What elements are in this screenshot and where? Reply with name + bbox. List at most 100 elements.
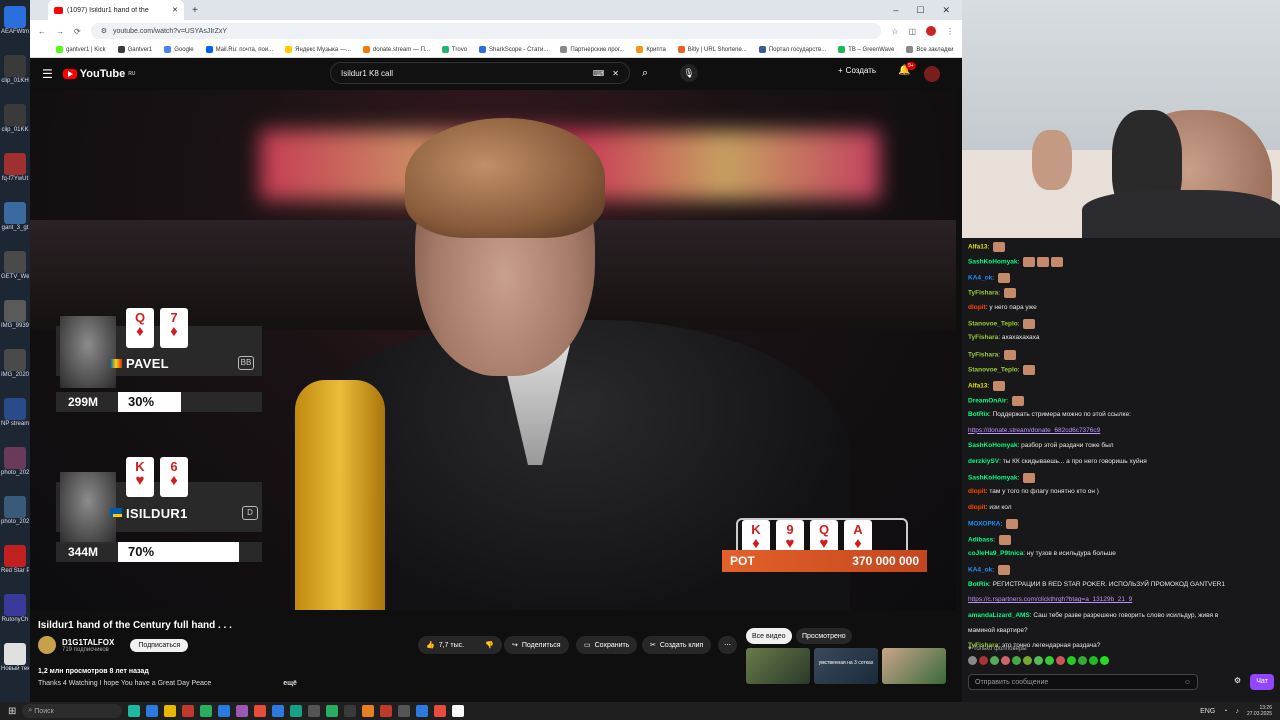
video-description[interactable]: Thanks 4 Watching I hope You have a Grea…: [38, 680, 297, 687]
minimize-icon[interactable]: –: [893, 5, 898, 16]
bookmark-item[interactable]: Mail.Ru: почта, пои...: [205, 46, 273, 53]
reload-icon[interactable]: ⟳: [74, 27, 81, 36]
chat-username[interactable]: SashKoHomyak: [968, 475, 1018, 482]
viewer-avatar[interactable]: [1056, 656, 1065, 665]
viewer-avatar[interactable]: [1067, 656, 1076, 665]
thumbs-down-icon[interactable]: 👎: [485, 641, 494, 649]
taskbar-app-icon[interactable]: [218, 705, 231, 717]
desktop-icon[interactable]: NP stream gantver1: [1, 398, 29, 428]
viewer-avatar[interactable]: [979, 656, 988, 665]
keyboard-icon[interactable]: ⌨: [593, 69, 605, 78]
site-info-icon[interactable]: ⚙: [101, 27, 107, 35]
desktop-icon[interactable]: RutonyCh: [1, 594, 29, 624]
chat-input[interactable]: Отправить сообщение ☺: [968, 674, 1198, 690]
clock[interactable]: 13:26 27.03.2025: [1247, 705, 1272, 717]
chat-username[interactable]: BotRix: [968, 581, 989, 588]
channel-name[interactable]: D1G1TALFOX: [62, 638, 114, 647]
chip-all-videos[interactable]: Все видео: [746, 628, 792, 644]
chat-username[interactable]: dlopit: [968, 488, 986, 495]
viewer-avatar[interactable]: [1089, 656, 1098, 665]
taskbar-app-icon[interactable]: [200, 705, 213, 717]
taskbar-app-icon[interactable]: [434, 705, 447, 717]
clear-search-icon[interactable]: ✕: [612, 69, 619, 78]
extensions-icon[interactable]: ◫: [908, 27, 916, 36]
chat-username[interactable]: derzkiySV: [968, 458, 999, 465]
emote-picker-icon[interactable]: ☺: [1184, 679, 1191, 686]
tab-youtube[interactable]: (1097) Isildur1 hand of the ✕: [48, 0, 184, 20]
back-icon[interactable]: ←: [38, 27, 46, 36]
desktop-icon[interactable]: Red Star Poker: [1, 545, 29, 575]
taskbar-app-icon[interactable]: [236, 705, 249, 717]
taskbar-app-icon[interactable]: [128, 705, 141, 717]
chat-username[interactable]: TyFishara: [968, 290, 998, 297]
viewer-avatar[interactable]: [1012, 656, 1021, 665]
chat-username[interactable]: Alfa13: [968, 244, 988, 251]
chat-username[interactable]: SashKoHomyak: [968, 259, 1018, 266]
hamburger-menu-icon[interactable]: ☰: [42, 67, 53, 81]
chat-username[interactable]: BotRix: [968, 411, 989, 418]
voice-search-icon[interactable]: 🎙: [680, 64, 698, 82]
desktop-icon[interactable]: gant_3_gt: [1, 202, 29, 232]
like-button[interactable]: 👍 7,7 тыс. 👎: [418, 636, 502, 654]
desktop-icon[interactable]: photo_202: [1, 447, 29, 477]
viewer-avatar[interactable]: [1045, 656, 1054, 665]
create-button[interactable]: + Создать: [838, 66, 876, 75]
taskbar-app-icon[interactable]: [290, 705, 303, 717]
bookmark-item[interactable]: TB – GreenWave: [838, 46, 894, 53]
recommended-thumb-1[interactable]: [746, 648, 810, 684]
desktop-icon[interactable]: clip_01KK: [1, 104, 29, 134]
account-avatar[interactable]: [924, 66, 940, 82]
chat-username[interactable]: KA4_ok: [968, 567, 992, 574]
taskbar-app-icon[interactable]: [362, 705, 375, 717]
taskbar-search[interactable]: ⌕ Поиск: [22, 704, 123, 718]
bookmark-item[interactable]: gantver1 | Kick: [56, 46, 106, 53]
more-actions-button[interactable]: ⋯: [718, 636, 737, 654]
taskbar-app-icon[interactable]: [164, 705, 177, 717]
chat-username[interactable]: Stanovoe_Teplo: [968, 367, 1018, 374]
taskbar-app-icon[interactable]: [254, 705, 267, 717]
bookmark-item[interactable]: Крипта: [636, 46, 666, 53]
chat-username[interactable]: SashKoHomyak: [968, 442, 1018, 449]
bookmark-item[interactable]: Все закладки: [906, 46, 953, 53]
chat-username[interactable]: dlopit: [968, 504, 986, 511]
recommended-thumb-2[interactable]: умственная на 3 сотках: [814, 648, 878, 684]
desktop-icon[interactable]: photo_202: [1, 496, 29, 526]
taskbar-app-icon[interactable]: [416, 705, 429, 717]
youtube-logo[interactable]: YouTube RU: [62, 68, 135, 80]
taskbar-app-icon[interactable]: [344, 705, 357, 717]
chip-watched[interactable]: Просмотрено: [796, 628, 852, 644]
bookmark-item[interactable]: Партнерские прог...: [560, 46, 624, 53]
chat-username[interactable]: DreamOnAir: [968, 398, 1006, 405]
language-indicator[interactable]: ENG: [1200, 708, 1215, 715]
taskbar-app-icon[interactable]: [308, 705, 321, 717]
chat-username[interactable]: amandaLizard_AMS: [968, 612, 1030, 619]
bookmark-item[interactable]: Google: [164, 46, 194, 53]
desktop-icon[interactable]: IMG_9939: [1, 300, 29, 330]
chat-username[interactable]: TyFishara: [968, 352, 998, 359]
chat-username[interactable]: TyFishara: [968, 334, 998, 341]
viewer-avatar[interactable]: [1023, 656, 1032, 665]
share-button[interactable]: ↪ Поделиться: [504, 636, 569, 654]
search-icon[interactable]: ⌕: [642, 67, 648, 80]
bookmark-star-icon[interactable]: ☆: [891, 27, 898, 36]
desktop-icon[interactable]: GETV_We 2_gantver: [1, 251, 29, 281]
chat-settings-icon[interactable]: ⚙: [1234, 676, 1241, 685]
viewer-avatar[interactable]: [1001, 656, 1010, 665]
taskbar-app-icon[interactable]: [452, 705, 465, 717]
desktop-icon[interactable]: Новый текстовый: [1, 643, 29, 673]
taskbar-app-icon[interactable]: [272, 705, 285, 717]
channel-avatar[interactable]: [38, 636, 56, 654]
forward-icon[interactable]: →: [56, 27, 64, 36]
bookmark-item[interactable]: donate.stream — П...: [362, 46, 430, 53]
taskbar-app-icon[interactable]: [146, 705, 159, 717]
recommended-thumb-3[interactable]: [882, 648, 946, 684]
maximize-icon[interactable]: ☐: [916, 5, 924, 16]
viewer-avatar[interactable]: [1078, 656, 1087, 665]
desktop-icon[interactable]: AEAFWtm: [1, 6, 29, 36]
bookmark-item[interactable]: Trovo: [441, 46, 467, 53]
desktop-icon[interactable]: IMG_2020: [1, 349, 29, 379]
subscribe-button[interactable]: Подписаться: [130, 638, 189, 652]
taskbar-app-icon[interactable]: [380, 705, 393, 717]
search-input[interactable]: Isildur1 K8 call ⌨ ✕: [330, 62, 630, 84]
desktop-icon[interactable]: clip_01KH: [1, 55, 29, 85]
